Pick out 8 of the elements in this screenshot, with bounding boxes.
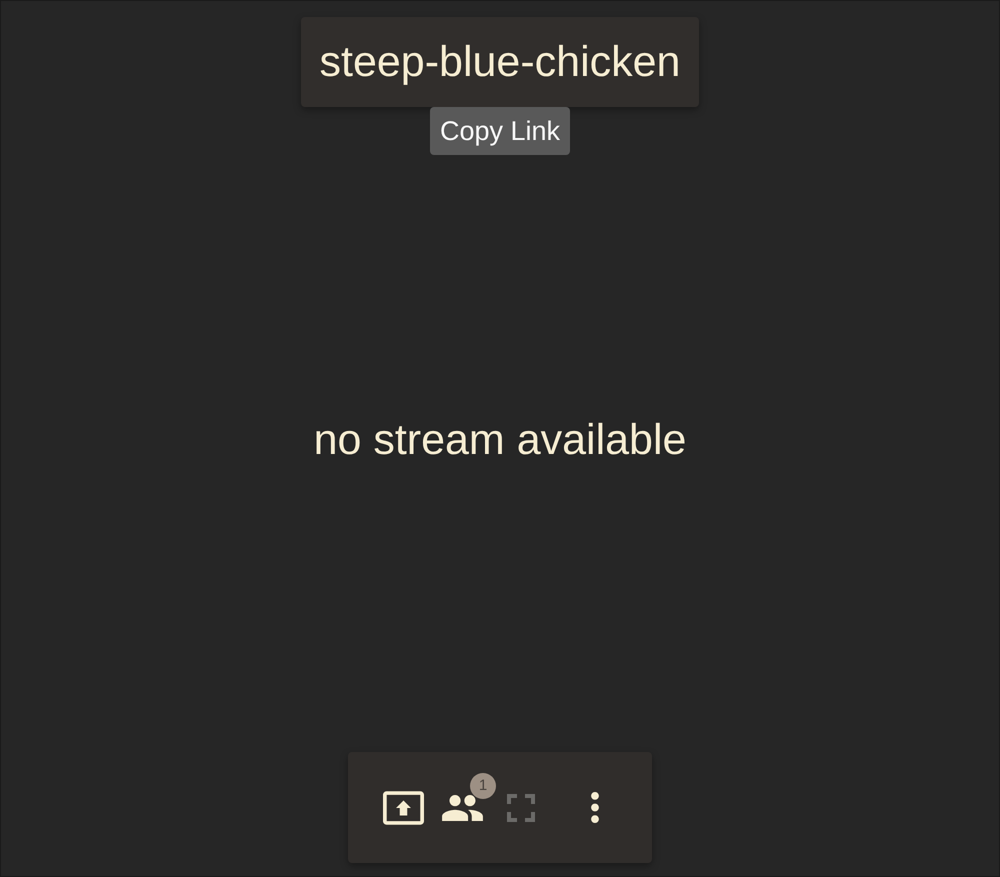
no-stream-message: no stream available [314,415,686,465]
people-icon [442,794,482,820]
more-vertical-icon [591,792,599,823]
room-name-button[interactable]: steep-blue-chicken [300,17,700,107]
participant-count-badge: 1 [470,772,496,798]
fullscreen-icon [507,794,535,822]
copy-link-tooltip: Copy Link [430,107,570,155]
screen-upload-icon [382,790,424,824]
